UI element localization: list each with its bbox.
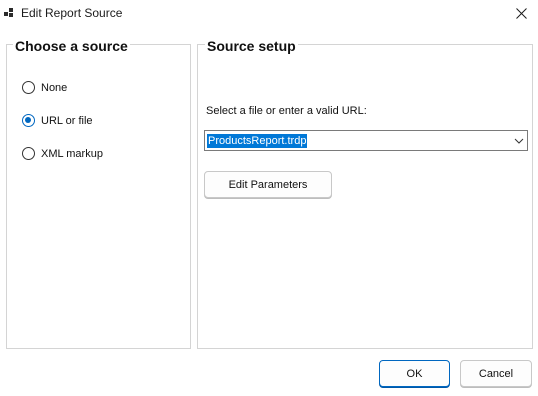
ok-button[interactable]: OK: [379, 360, 450, 387]
radio-option-url-or-file[interactable]: URL or file: [22, 114, 93, 127]
radio-option-none[interactable]: None: [22, 81, 67, 94]
cancel-button[interactable]: Cancel: [460, 360, 532, 387]
window-title: Edit Report Source: [21, 6, 123, 20]
radio-label-url-or-file: URL or file: [41, 114, 93, 127]
radio-button[interactable]: [22, 147, 35, 160]
radio-button[interactable]: [22, 81, 35, 94]
edit-parameters-button[interactable]: Edit Parameters: [204, 171, 332, 198]
source-setup-title: Source setup: [205, 38, 298, 54]
source-setup-group: Source setup Select a file or enter a va…: [197, 38, 533, 349]
close-button[interactable]: [504, 0, 538, 26]
file-url-combobox[interactable]: ProductsReport.trdp: [204, 130, 528, 151]
chevron-down-icon[interactable]: [513, 135, 525, 147]
title-bar: Edit Report Source: [0, 0, 538, 26]
choose-source-title: Choose a source: [13, 38, 130, 54]
close-icon: [515, 7, 527, 19]
report-window-icon: [4, 8, 14, 18]
radio-label-none: None: [41, 81, 68, 94]
radio-label-xml-markup: XML markup: [41, 147, 103, 160]
choose-source-group: Choose a source None URL or file XML mar…: [6, 38, 191, 349]
radio-button-selected[interactable]: [22, 114, 35, 127]
file-url-label: Select a file or enter a valid URL:: [206, 105, 367, 117]
radio-option-xml-markup[interactable]: XML markup: [22, 147, 103, 160]
file-url-value[interactable]: ProductsReport.trdp: [207, 133, 308, 148]
